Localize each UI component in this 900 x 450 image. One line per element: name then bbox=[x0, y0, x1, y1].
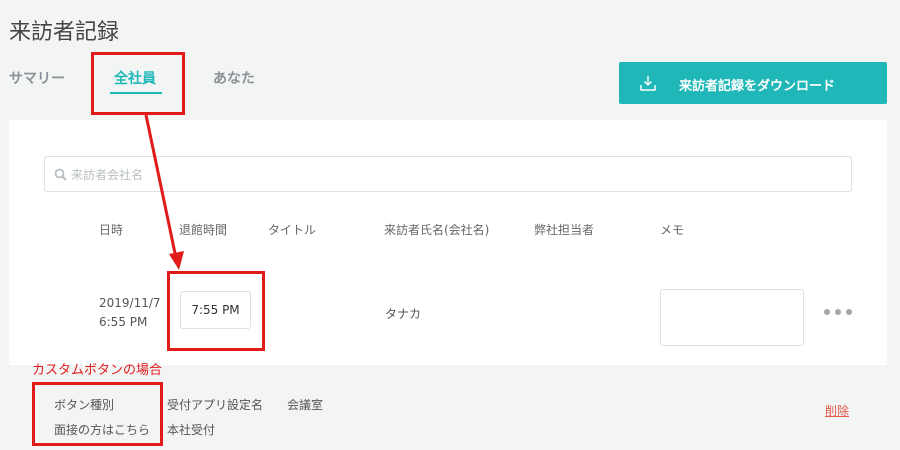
row-visitor-name: タナカ bbox=[385, 307, 422, 321]
page-title: 来訪者記録 bbox=[9, 20, 120, 45]
download-icon bbox=[640, 76, 656, 91]
active-tab-indicator bbox=[110, 92, 162, 94]
header-staff-in-charge: 弊社担当者 bbox=[534, 223, 595, 237]
tab-you[interactable]: あなた bbox=[213, 68, 255, 88]
header-memo: メモ bbox=[660, 223, 685, 237]
header-exit-time: 退館時間 bbox=[179, 223, 228, 237]
download-button-label: 来訪者記録をダウンロード bbox=[679, 79, 836, 94]
meeting-room-label: 会議室 bbox=[287, 398, 324, 412]
row-date: 2019/11/7 bbox=[99, 296, 161, 310]
tab-all-employees[interactable]: 全社員 bbox=[114, 68, 156, 88]
button-type-value: 面接の方はこちら bbox=[54, 423, 151, 437]
custom-button-annotation: カスタムボタンの場合 bbox=[32, 363, 163, 378]
header-visitor-name: 来訪者氏名(会社名) bbox=[384, 223, 490, 237]
button-type-label: ボタン種別 bbox=[54, 398, 115, 412]
header-title: タイトル bbox=[268, 223, 317, 237]
delete-link[interactable]: 削除 bbox=[825, 402, 849, 419]
app-setting-value: 本社受付 bbox=[167, 423, 216, 437]
tab-summary[interactable]: サマリー bbox=[9, 68, 65, 88]
app-setting-label: 受付アプリ設定名 bbox=[167, 398, 264, 412]
exit-time-field[interactable]: 7:55 PM bbox=[180, 291, 251, 329]
header-datetime: 日時 bbox=[99, 223, 124, 237]
tab-bar: サマリー 全社員 あなた bbox=[0, 64, 300, 104]
download-visitor-log-button[interactable]: 来訪者記録をダウンロード bbox=[619, 62, 887, 104]
memo-field[interactable] bbox=[660, 289, 804, 346]
row-time: 6:55 PM bbox=[99, 315, 148, 329]
company-search-input[interactable] bbox=[71, 165, 831, 185]
more-options-icon[interactable] bbox=[822, 302, 854, 322]
search-box bbox=[44, 156, 852, 192]
search-icon bbox=[54, 168, 67, 181]
